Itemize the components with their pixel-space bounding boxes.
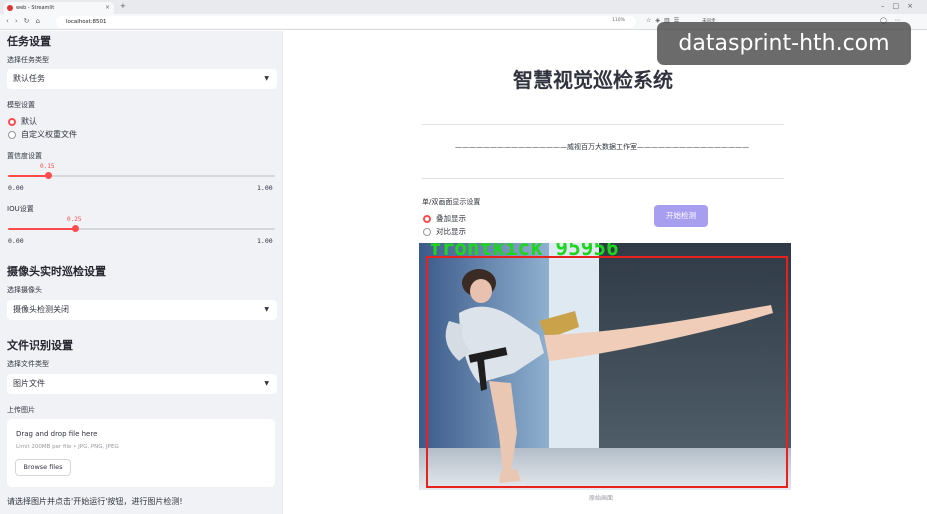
iou-min: 0.00 [8,237,24,245]
display-option-label: 叠加显示 [436,214,466,223]
star-icon[interactable]: ☆ [646,17,655,24]
detection-image: frontkick 95956 [419,243,791,490]
iou-value: 0.25 [67,216,82,223]
browser-tab-strip: web - Streamlit × + –□× [0,0,927,14]
confidence-min: 0.00 [8,184,24,192]
camera-select-value: 摄像头检测关闭 [13,305,69,314]
window-close-icon[interactable]: × [907,2,921,10]
minimize-icon[interactable]: – [881,2,893,10]
task-type-value: 默认任务 [13,74,45,83]
camera-settings-title: 摄像头实时巡检设置 [7,265,106,278]
zoom-level[interactable]: 110% [612,18,625,23]
browser-tab-title: web - Streamlit [16,5,55,11]
iou-slider-thumb[interactable] [72,225,79,232]
file-type-label: 选择文件类型 [7,360,49,368]
back-icon[interactable]: ‹ [6,17,15,25]
display-mode-label: 单/双画面显示设置 [422,198,481,206]
chevron-down-icon: ▼ [264,75,269,82]
confidence-slider[interactable] [8,172,275,179]
maximize-icon[interactable]: □ [893,2,908,10]
file-settings-title: 文件识别设置 [7,339,73,352]
display-option-compare[interactable]: 对比显示 [423,226,466,237]
iou-label: IOU设置 [7,205,34,213]
url-input[interactable]: localhost:8501 [56,16,636,28]
radio-selected-icon [423,214,431,223]
task-settings-title: 任务设置 [7,35,51,48]
upload-label: 上传图片 [7,406,35,414]
confidence-max: 1.00 [257,184,273,192]
radio-unselected-icon [423,227,431,236]
divider-top [422,124,784,125]
file-type-value: 图片文件 [13,379,45,388]
iou-slider[interactable] [8,225,275,232]
radio-unselected-icon [8,130,16,139]
confidence-slider-thumb[interactable] [45,172,52,179]
dropzone-text: Drag and drop file here [16,430,98,438]
close-tab-icon[interactable]: × [105,2,110,14]
start-detection-button[interactable]: 开始检测 [654,205,708,227]
model-option-default[interactable]: 默认 [8,116,37,127]
file-type-select[interactable]: 图片文件 ▼ [7,374,277,394]
instruction-text: 请选择图片并点击'开始运行'按钮，进行图片检测! [7,497,183,506]
watermark: datasprint-hth.com [657,22,911,65]
page-title: 智慧视觉巡检系统 [513,68,673,92]
image-caption: 原始画面 [589,495,614,502]
chevron-down-icon: ▼ [264,380,269,387]
new-tab-icon[interactable]: + [120,2,126,10]
browse-files-button[interactable]: Browse files [15,459,71,476]
confidence-value: 0.15 [40,163,55,170]
nav-buttons: ‹›↻⌂ [6,17,46,25]
forward-icon[interactable]: › [15,17,24,25]
iou-slider-fill [8,228,75,230]
confidence-slider-fill [8,175,48,177]
confidence-label: 置信度设置 [7,152,42,160]
streamlit-favicon-icon [7,5,13,11]
divider-bottom [422,178,784,179]
display-option-label: 对比显示 [436,227,466,236]
model-option-label: 自定义权重文件 [21,130,77,139]
iou-max: 1.00 [257,237,273,245]
file-dropzone[interactable]: Drag and drop file here Limit 200MB per … [7,419,275,487]
camera-select[interactable]: 摄像头检测关闭 ▼ [7,300,277,320]
page-subtitle: ————————————————威视百万大数据工作室——————————————… [455,143,749,151]
task-type-label: 选择任务类型 [7,56,49,64]
model-option-custom[interactable]: 自定义权重文件 [8,129,77,140]
home-icon[interactable]: ⌂ [36,17,46,25]
chevron-down-icon: ▼ [264,306,269,313]
model-option-label: 默认 [21,117,37,126]
model-settings-label: 模型设置 [7,101,35,109]
browser-tab[interactable]: web - Streamlit × [4,2,114,14]
radio-selected-icon [8,117,16,126]
url-text: localhost:8501 [66,19,107,25]
sidebar: 任务设置 选择任务类型 默认任务 ▼ 模型设置 默认 自定义权重文件 置信度设置… [0,31,283,514]
display-option-overlay[interactable]: 叠加显示 [423,213,466,224]
dropzone-limit: Limit 200MB per file • JPG, PNG, JPEG [16,444,119,450]
detection-scene: frontkick 95956 [419,243,791,490]
detection-label: frontkick 95956 [429,243,619,260]
task-type-select[interactable]: 默认任务 ▼ [7,69,277,89]
reload-icon[interactable]: ↻ [24,17,36,25]
window-controls: –□× [881,2,921,10]
camera-select-label: 选择摄像头 [7,286,42,294]
